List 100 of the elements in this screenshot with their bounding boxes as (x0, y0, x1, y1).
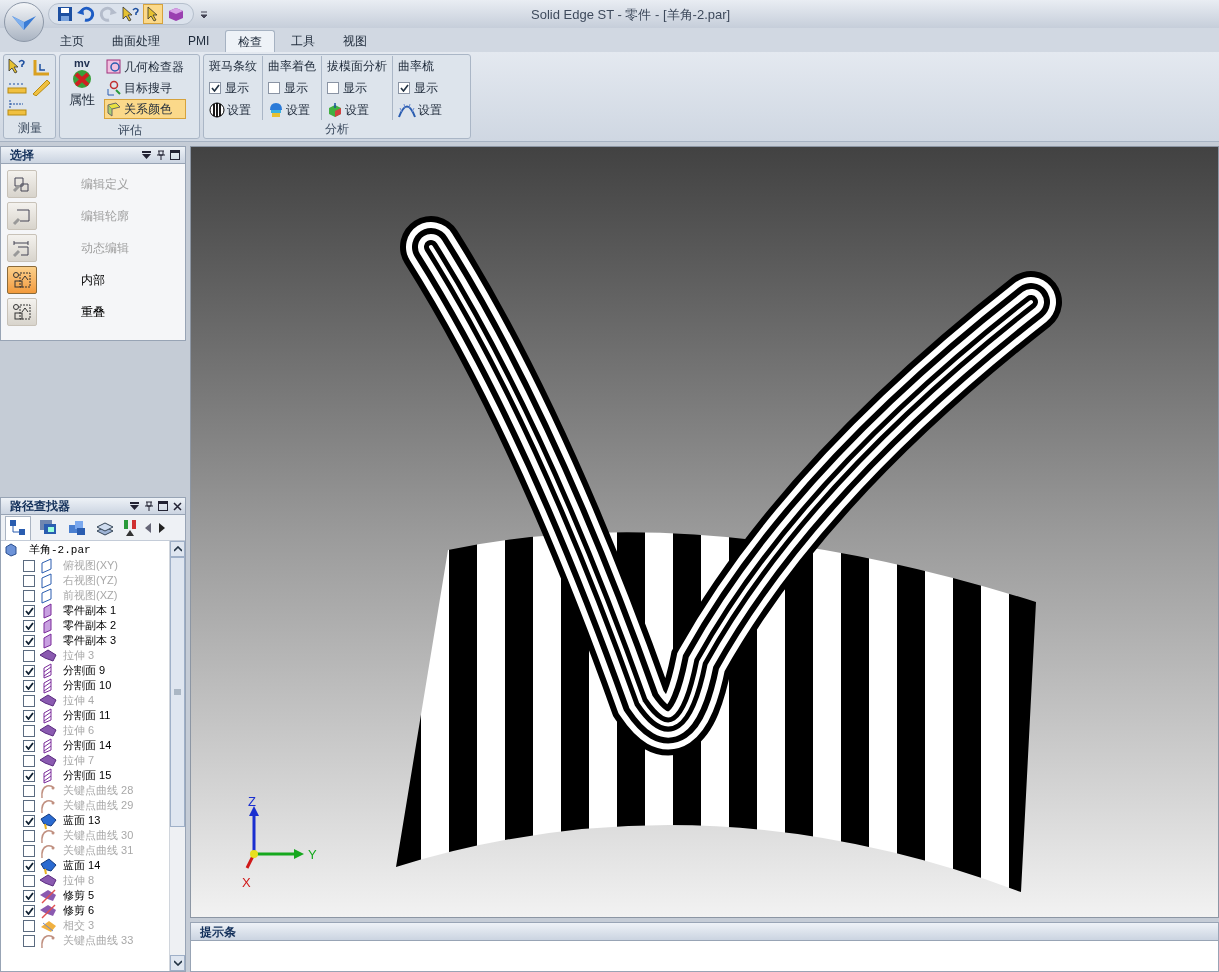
tree-checkbox[interactable] (23, 799, 35, 812)
tool-label: 重叠 (81, 304, 105, 321)
tree-checkbox[interactable] (23, 859, 35, 872)
grip-icon[interactable] (174, 689, 181, 695)
tree-checkbox[interactable] (23, 634, 35, 647)
tree-checkbox[interactable] (23, 769, 35, 782)
ribbon-tab[interactable]: 曲面处理 (100, 30, 172, 52)
tree-item-label[interactable]: 分割面 11 (63, 707, 111, 724)
tree-item-label[interactable]: 修剪 6 (63, 902, 95, 919)
ribbon-button[interactable]: 几何检查器 (104, 57, 186, 77)
settings-button[interactable]: 设置 (398, 100, 442, 120)
viewport[interactable]: Z Y X (190, 146, 1219, 918)
tree-checkbox[interactable] (23, 649, 35, 662)
checkmark-icon (210, 84, 220, 92)
tree-item-label[interactable]: 零件副本 3 (63, 632, 117, 649)
tree-item-label[interactable]: 分割面 9 (63, 662, 106, 679)
tree-checkbox[interactable] (23, 919, 35, 932)
save-icon[interactable] (57, 6, 73, 22)
dropdown-icon[interactable] (130, 502, 139, 510)
ribbon-tab[interactable]: 视图 (331, 30, 380, 52)
cube-icon[interactable] (167, 6, 185, 22)
show-checkbox[interactable]: 显示 (327, 78, 387, 98)
tree-item-label[interactable]: 零件副本 1 (63, 602, 117, 619)
scroll-thumb[interactable] (170, 557, 185, 827)
tree-item-label[interactable]: 分割面 10 (63, 677, 112, 694)
tool-button[interactable] (7, 298, 37, 326)
tree-item-label[interactable]: 蓝面 14 (63, 857, 101, 874)
scroll-up-button[interactable] (170, 541, 185, 557)
help-pointer-icon[interactable] (121, 6, 139, 22)
close-icon[interactable] (173, 501, 182, 511)
tree-checkbox[interactable] (23, 889, 35, 902)
tool-button[interactable] (7, 266, 37, 294)
ribbon-button[interactable]: 目标搜寻 (104, 78, 186, 98)
tree-item-label[interactable]: 零件副本 2 (63, 617, 117, 634)
measure-pointer-icon[interactable] (7, 58, 27, 76)
tree-checkbox[interactable] (23, 754, 35, 767)
inside-select-icon[interactable] (12, 270, 32, 290)
checkmark-icon (24, 711, 34, 720)
scroll-right-icon[interactable] (159, 522, 165, 533)
layers-icon[interactable] (39, 518, 59, 537)
axis-label: Y (308, 846, 317, 864)
tree-checkbox[interactable] (23, 574, 35, 587)
tree-checkbox[interactable] (23, 814, 35, 827)
ribbon-tab[interactable]: 工具 (279, 30, 328, 52)
show-checkbox[interactable]: 显示 (268, 78, 316, 98)
maximize-icon[interactable] (158, 501, 168, 511)
tree-item-label[interactable]: 蓝面 13 (63, 812, 101, 829)
properties-button[interactable]: mv 属性 (62, 57, 102, 119)
tree-checkbox[interactable] (23, 664, 35, 677)
tree-root-label[interactable]: 羊角-2.par (29, 541, 91, 559)
tool-label: 编辑定义 (81, 176, 129, 193)
tree-checkbox[interactable] (23, 784, 35, 797)
tree-checkbox[interactable] (23, 724, 35, 737)
tree-checkbox[interactable] (23, 694, 35, 707)
section-title: 曲率着色 (268, 58, 316, 75)
scroll-down-button[interactable] (170, 955, 185, 971)
group-label: 分析 (324, 121, 350, 138)
scrollbar[interactable] (169, 541, 185, 971)
draft-face-icon (327, 102, 343, 118)
tree-item-label[interactable]: 修剪 5 (63, 887, 95, 904)
ribbon-tab[interactable]: 检查 (225, 30, 276, 52)
tree-checkbox[interactable] (23, 844, 35, 857)
application-button[interactable] (4, 2, 44, 42)
relation-color-icon (106, 101, 122, 117)
maximize-icon[interactable] (170, 150, 180, 160)
show-checkbox[interactable]: 显示 (209, 78, 257, 98)
pin-icon[interactable] (157, 150, 165, 160)
tree-item-label[interactable]: 分割面 14 (63, 737, 112, 754)
tree-checkbox[interactable] (23, 739, 35, 752)
tool-label: 动态编辑 (81, 240, 129, 257)
panel-title: 提示条 (200, 923, 236, 941)
tree-checkbox[interactable] (23, 829, 35, 842)
ribbon-tab[interactable]: PMI (176, 30, 222, 52)
pin-icon[interactable] (145, 501, 153, 511)
tree-checkbox[interactable] (23, 559, 35, 572)
scroll-left-icon[interactable] (145, 522, 151, 533)
undo-icon[interactable] (77, 6, 95, 22)
flag-icon[interactable] (123, 518, 137, 537)
tree-checkbox[interactable] (23, 904, 35, 917)
show-checkbox[interactable]: 显示 (398, 78, 442, 98)
chevron-down-icon[interactable] (173, 960, 182, 966)
ribbon-tab[interactable]: 主页 (48, 30, 96, 52)
customize-toolbar-icon[interactable] (200, 10, 208, 18)
ribbon-button[interactable]: 关系颜色 (104, 99, 186, 119)
tree-checkbox[interactable] (23, 604, 35, 617)
tree-checkbox[interactable] (23, 709, 35, 722)
settings-button[interactable]: 设置 (268, 100, 316, 120)
assembly-icon[interactable] (67, 518, 87, 537)
overlap-select-icon[interactable] (12, 302, 32, 322)
curvature-shading-icon (268, 102, 284, 118)
tree-item-label[interactable]: 分割面 15 (63, 767, 112, 784)
tree-checkbox[interactable] (23, 589, 35, 602)
settings-button[interactable]: 设置 (209, 100, 257, 120)
settings-button[interactable]: 设置 (327, 100, 387, 120)
dropdown-icon[interactable] (142, 151, 151, 159)
tree-checkbox[interactable] (23, 679, 35, 692)
tree-checkbox[interactable] (23, 874, 35, 887)
tree-checkbox[interactable] (23, 619, 35, 632)
tree-checkbox[interactable] (23, 934, 35, 947)
chevron-up-icon[interactable] (173, 546, 182, 552)
